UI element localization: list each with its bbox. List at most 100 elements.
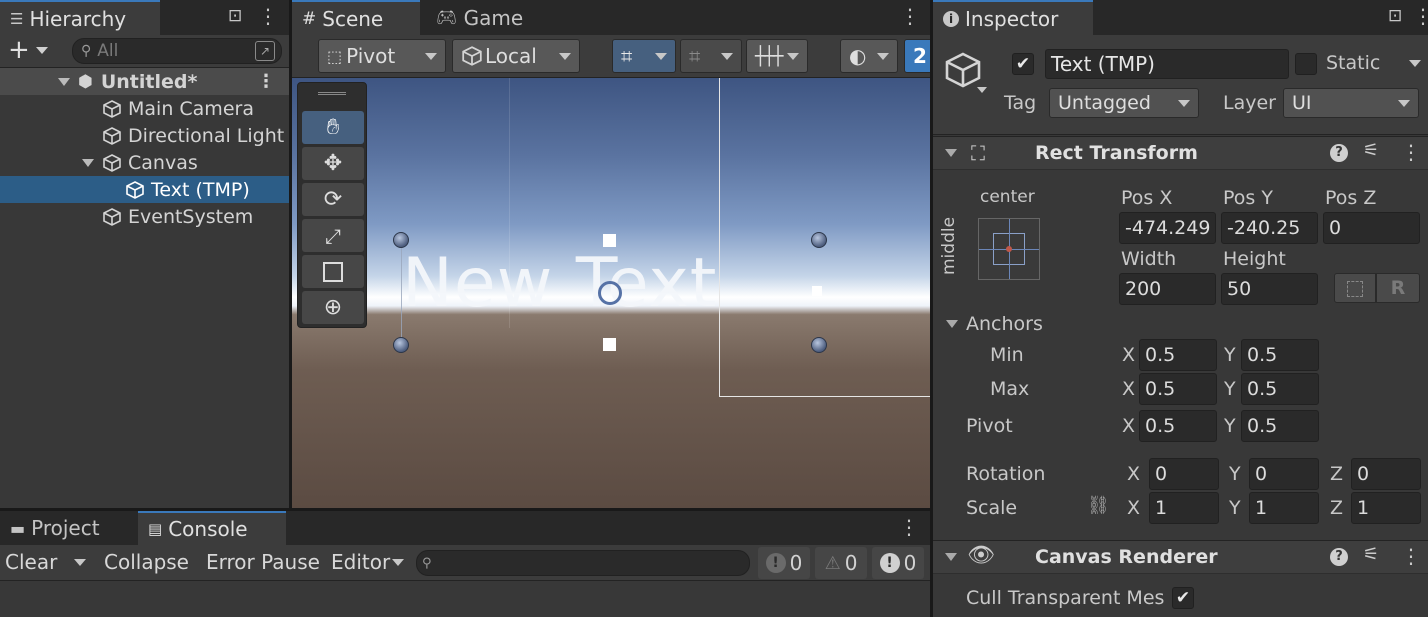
active-checkbox[interactable]: ✔ [1012,53,1034,75]
component-menu-icon[interactable]: ⋮ [1401,140,1421,164]
rect-transform-header[interactable]: ⛶ Rect Transform ? ⚟ ⋮ [933,136,1428,170]
rect-edge-handle-bottom[interactable] [603,338,616,351]
tab-project[interactable]: ▬ Project [0,511,136,545]
more-menu-icon[interactable]: ⋮ [1413,4,1428,28]
foldout-arrow-icon[interactable] [945,553,957,561]
static-checkbox[interactable] [1295,53,1317,75]
constrain-proportions-icon[interactable]: ⛓ [1087,495,1110,516]
transform-tool-button[interactable]: ⊕ [302,291,364,324]
width-field[interactable]: 200 [1119,273,1216,305]
help-icon[interactable]: ? [1330,548,1348,566]
tab-game[interactable]: 🎮︎ Game [426,0,546,35]
pivot-handle[interactable] [598,281,622,305]
rect-edge-handle-right[interactable] [812,286,822,296]
clear-button[interactable]: Clear [5,550,57,574]
pos-y-field[interactable]: -240.25 [1221,212,1318,244]
more-menu-icon[interactable]: ⋮ [900,4,920,28]
rotate-tool-button[interactable]: ⟳ [302,183,364,216]
grid-snap-button[interactable]: ⌗ [612,39,676,73]
height-field[interactable]: 50 [1221,273,1318,305]
cull-transparent-checkbox[interactable]: ✔ [1172,587,1194,609]
clear-options-dropdown[interactable] [74,559,86,566]
scale-x-field[interactable]: 1 [1149,492,1219,524]
blueprint-mode-button[interactable] [1334,273,1376,303]
anchor-presets-button[interactable] [978,218,1040,280]
scene-row[interactable]: ⬢ Untitled* ⋮ [0,68,289,95]
tab-inspector[interactable]: i Inspector [933,0,1093,35]
anchor-min-y-field[interactable]: 0.5 [1241,339,1319,371]
more-menu-icon[interactable]: ⋮ [899,515,919,539]
pos-x-field[interactable]: -474.249 [1119,212,1216,244]
help-icon[interactable]: ? [1330,144,1348,162]
rotation-z-field[interactable]: 0 [1351,458,1421,490]
collapse-button[interactable]: Collapse [104,550,189,574]
editor-dropdown[interactable]: Editor [331,550,390,574]
local-dropdown[interactable]: Local [452,39,580,73]
foldout-arrow-icon[interactable] [945,149,957,157]
lock-icon[interactable]: ⊡ [1388,6,1402,26]
raw-edit-button[interactable]: R [1376,273,1420,303]
anchor-min-x-field[interactable]: 0.5 [1139,339,1217,371]
console-search-input[interactable]: ⚲ [416,550,750,576]
rect-tool-button[interactable] [302,255,364,288]
object-name-field[interactable]: Text (TMP) [1045,49,1289,79]
new-text-label[interactable]: New Text [402,244,717,323]
rot-z-label: Z [1330,463,1344,485]
hierarchy-item-canvas[interactable]: Canvas [0,149,289,176]
hierarchy-item-text-tmp[interactable]: Text (TMP) [0,176,289,203]
hierarchy-item-main-camera[interactable]: Main Camera [0,95,289,122]
rotation-y-field[interactable]: 0 [1249,458,1319,490]
rect-handle-top-left[interactable] [393,232,409,248]
tab-hierarchy[interactable]: ☰ Hierarchy [0,0,160,35]
anchors-label: Anchors [966,313,1043,335]
scale-z-field[interactable]: 1 [1351,492,1421,524]
pivot-dropdown[interactable]: ⬚ Pivot [318,39,446,73]
warning-count-toggle[interactable]: ⚠ 0 [815,547,867,579]
rect-handle-bottom-right[interactable] [811,337,827,353]
scene-viewport[interactable]: New Text ✋︎ ✥ ⟳ ⤢ ⊕ [292,78,930,508]
canvas-renderer-header[interactable]: 👁︎ Canvas Renderer ? ⚟ ⋮ [933,540,1428,574]
anchor-max-x-field[interactable]: 0.5 [1139,373,1217,405]
log-count-toggle[interactable]: ! 0 [758,547,810,579]
rect-edge-handle-top[interactable] [603,234,616,247]
preset-sliders-icon[interactable]: ⚟ [1363,544,1379,565]
more-menu-icon[interactable]: ⋮ [258,4,278,28]
overlay-drag-handle[interactable] [318,92,346,95]
pivot-x-field[interactable]: 0.5 [1139,410,1217,442]
lock-icon[interactable]: ⊡ [228,6,242,26]
increment-snap-button[interactable]: ⌗ [680,39,742,73]
scale-y-field[interactable]: 1 [1249,492,1319,524]
component-menu-icon[interactable]: ⋮ [1401,544,1421,568]
rect-handle-top-right[interactable] [811,232,827,248]
tab-scene[interactable]: # Scene [292,0,420,35]
hierarchy-item-eventsystem[interactable]: EventSystem [0,203,289,230]
expand-arrow-icon[interactable] [58,77,70,86]
add-icon[interactable]: + [8,36,30,64]
error-pause-button[interactable]: Error Pause [206,550,320,574]
rect-handle-bottom-left[interactable] [393,337,409,353]
hand-tool-button[interactable]: ✋︎ [302,111,364,144]
layer-dropdown[interactable]: UI [1283,88,1419,118]
static-dropdown-icon[interactable] [1409,60,1421,67]
anchor-max-y-field[interactable]: 0.5 [1241,373,1319,405]
pos-z-field[interactable]: 0 [1323,212,1420,244]
search-filter-icon[interactable]: ↗ [255,41,275,61]
icon-dropdown-arrow[interactable] [977,87,987,93]
tab-console[interactable]: ▤ Console [138,511,286,545]
rotation-x-field[interactable]: 0 [1149,458,1219,490]
error-count-toggle[interactable]: ! 0 [872,547,924,579]
draw-mode-button[interactable]: ◐ [840,39,898,73]
expand-arrow-icon[interactable] [82,158,94,167]
pivot-y-field[interactable]: 0.5 [1241,410,1319,442]
scene-menu-icon[interactable]: ⋮ [257,71,275,92]
hierarchy-search-input[interactable]: ⚲ All ↗ [72,38,282,64]
move-tool-button[interactable]: ✥ [302,147,364,180]
preset-sliders-icon[interactable]: ⚟ [1363,140,1379,161]
overflow-2d-button[interactable]: 2 [904,39,930,73]
add-dropdown-icon[interactable] [36,47,48,54]
ruler-snap-button[interactable]: ┼┼┼ [746,39,808,73]
hierarchy-item-directional-light[interactable]: Directional Light [0,122,289,149]
anchors-foldout-icon[interactable] [946,320,958,328]
scale-tool-button[interactable]: ⤢ [302,219,364,252]
tag-dropdown[interactable]: Untagged [1049,88,1199,118]
